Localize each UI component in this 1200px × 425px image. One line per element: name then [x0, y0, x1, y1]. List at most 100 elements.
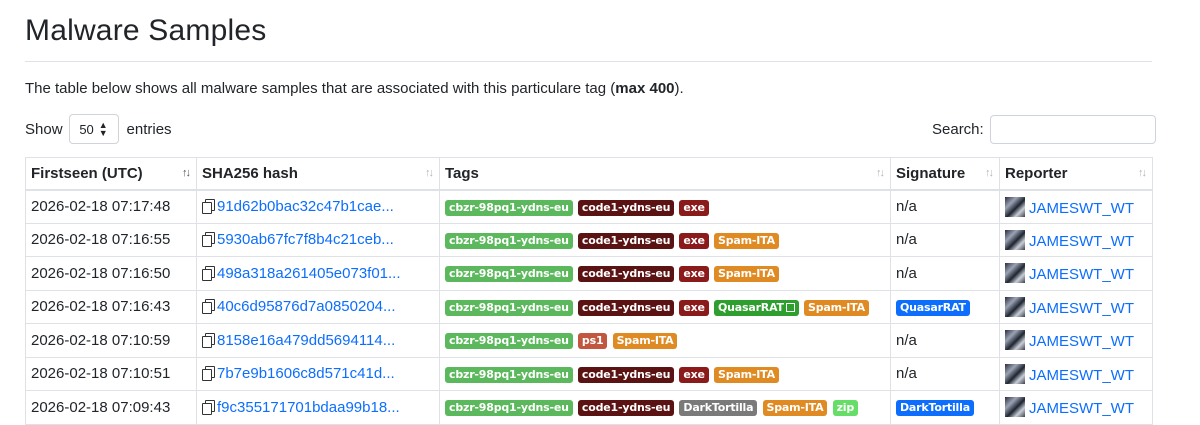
- intro-text: The table below shows all malware sample…: [25, 80, 684, 97]
- copy-icon[interactable]: [202, 299, 215, 315]
- tags-cell: cbzr-98pq1-ydns-eu ps1 Spam-ITA: [439, 323, 891, 358]
- reporter-link[interactable]: JAMESWT_WT: [1029, 333, 1134, 350]
- tags-cell: cbzr-98pq1-ydns-eu code1-ydns-eu exe Spa…: [439, 222, 891, 257]
- reporter-cell: JAMESWT_WT: [999, 222, 1153, 257]
- reporter-link[interactable]: JAMESWT_WT: [1029, 367, 1134, 384]
- sort-icon[interactable]: ↑↓: [425, 167, 434, 179]
- tag-badge[interactable]: cbzr-98pq1-ydns-eu: [445, 333, 573, 350]
- tag-label: cbzr-98pq1-ydns-eu: [449, 401, 569, 415]
- column-header[interactable]: Firstseen (UTC) ↑↓: [25, 157, 197, 191]
- entries-value: 50: [79, 121, 94, 137]
- tag-badge[interactable]: Spam-ITA: [714, 266, 779, 283]
- hash-link[interactable]: f9c355171701bdaa99b18...: [217, 399, 400, 416]
- hash-cell: 5930ab67fc7f8b4c21ceb...: [196, 222, 440, 257]
- tag-badge[interactable]: cbzr-98pq1-ydns-eu: [445, 400, 573, 417]
- tag-label: exe: [683, 300, 705, 314]
- hash-cell: 40c6d95876d7a0850204...: [196, 289, 440, 324]
- tag-badge[interactable]: exe: [679, 299, 709, 316]
- hash-link[interactable]: 8158e16a479dd5694114...: [217, 332, 395, 349]
- hash-link[interactable]: 91d62b0bac32c47b1cae...: [217, 198, 394, 215]
- tag-badge[interactable]: cbzr-98pq1-ydns-eu: [445, 266, 573, 283]
- search-input[interactable]: [989, 115, 1156, 144]
- tag-label: code1-ydns-eu: [581, 300, 671, 314]
- hash-link[interactable]: 498a318a261405e073f01...: [217, 265, 401, 282]
- table-header-row: Firstseen (UTC) ↑↓ SHA256 hash ↑↓ Tags ↑↓ Sign…: [25, 157, 1153, 191]
- tag-badge[interactable]: cbzr-98pq1-ydns-eu: [445, 232, 573, 249]
- copy-icon[interactable]: [202, 332, 215, 348]
- tag-badge[interactable]: Spam-ITA: [804, 299, 869, 316]
- column-header[interactable]: Tags ↑↓: [439, 157, 891, 191]
- tag-badge[interactable]: code1-ydns-eu: [577, 366, 675, 383]
- signature-badge[interactable]: QuasarRAT: [896, 299, 970, 316]
- sort-icon[interactable]: ↑↓: [182, 167, 191, 179]
- reporter-cell: JAMESWT_WT: [999, 189, 1153, 224]
- page: Malware Samples The table below shows al…: [0, 0, 1200, 425]
- tag-badge[interactable]: Spam-ITA: [714, 366, 779, 383]
- tag-badge[interactable]: ps1: [577, 333, 608, 350]
- tag-badge[interactable]: cbzr-98pq1-ydns-eu: [445, 366, 573, 383]
- entries-label: entries: [126, 120, 172, 138]
- copy-icon[interactable]: [202, 366, 215, 382]
- reporter-avatar: [1005, 363, 1025, 384]
- reporter-link[interactable]: JAMESWT_WT: [1029, 266, 1134, 283]
- reporter-avatar: [1005, 296, 1025, 317]
- reporter-cell: JAMESWT_WT: [999, 256, 1153, 291]
- column-header[interactable]: Reporter ↑↓: [999, 157, 1153, 191]
- hash-cell: 498a318a261405e073f01...: [196, 256, 440, 291]
- copy-icon[interactable]: [202, 265, 215, 281]
- column-header[interactable]: SHA256 hash ↑↓: [196, 157, 440, 191]
- column-header-label: Reporter: [1005, 164, 1068, 182]
- copy-icon[interactable]: [202, 232, 215, 248]
- tag-badge[interactable]: QuasarRAT: [714, 299, 799, 316]
- signature-cell: n/a: [890, 189, 1000, 224]
- signature-cell: QuasarRAT: [890, 289, 1000, 324]
- tag-label: Spam-ITA: [766, 401, 824, 415]
- signature-badge[interactable]: DarkTortilla: [896, 400, 974, 417]
- intro-prefix: The table below shows all malware sample…: [25, 80, 616, 97]
- tag-label: ps1: [581, 334, 604, 348]
- tag-label: exe: [683, 233, 705, 247]
- search-control: Search:: [932, 115, 1156, 144]
- column-header[interactable]: Signature ↑↓: [890, 157, 1000, 191]
- tag-badge[interactable]: exe: [679, 232, 709, 249]
- tag-badge[interactable]: Spam-ITA: [612, 333, 678, 350]
- tag-badge[interactable]: exe: [679, 366, 709, 383]
- tag-badge[interactable]: Spam-ITA: [714, 232, 779, 249]
- reporter-avatar: [1005, 196, 1025, 217]
- reporter-link[interactable]: JAMESWT_WT: [1029, 400, 1134, 417]
- copy-icon[interactable]: [202, 399, 215, 415]
- tag-label: QuasarRAT: [718, 300, 784, 314]
- reporter-link[interactable]: JAMESWT_WT: [1029, 200, 1134, 217]
- reporter-cell: JAMESWT_WT: [999, 289, 1153, 324]
- tag-label: exe: [683, 200, 705, 214]
- tag-badge[interactable]: exe: [679, 266, 709, 283]
- tag-badge[interactable]: exe: [679, 199, 709, 216]
- tag-label: code1-ydns-eu: [581, 367, 671, 381]
- tag-badge[interactable]: Spam-ITA: [762, 400, 828, 417]
- table-row: 2026-02-18 07:17:48 91d62b0bac32c47b1cae.…: [25, 189, 1153, 224]
- tag-badge[interactable]: code1-ydns-eu: [577, 232, 675, 249]
- sort-icon[interactable]: ↑↓: [876, 167, 885, 179]
- tag-label: cbzr-98pq1-ydns-eu: [449, 267, 569, 281]
- sort-icon[interactable]: ↑↓: [985, 167, 994, 179]
- copy-icon[interactable]: [202, 199, 215, 214]
- hash-link[interactable]: 7b7e9b1606c8d571c41d...: [217, 365, 395, 382]
- entries-select[interactable]: 50 ▲ ▼: [68, 114, 119, 144]
- firstseen-cell: 2026-02-18 07:09:43: [25, 390, 197, 425]
- sort-icon[interactable]: ↑↓: [1138, 167, 1147, 179]
- tag-badge[interactable]: code1-ydns-eu: [577, 400, 675, 417]
- tag-badge[interactable]: code1-ydns-eu: [577, 266, 675, 283]
- reporter-link[interactable]: JAMESWT_WT: [1029, 233, 1134, 250]
- tag-badge[interactable]: DarkTortilla: [679, 400, 758, 417]
- table-row: 2026-02-18 07:16:50 498a318a261405e073f01…: [25, 256, 1153, 291]
- hash-link[interactable]: 40c6d95876d7a0850204...: [217, 298, 396, 315]
- reporter-avatar: [1005, 397, 1025, 418]
- reporter-link[interactable]: JAMESWT_WT: [1029, 300, 1134, 317]
- hash-link[interactable]: 5930ab67fc7f8b4c21ceb...: [217, 231, 394, 248]
- tag-badge[interactable]: code1-ydns-eu: [577, 299, 675, 316]
- tag-label: zip: [836, 401, 855, 415]
- tag-badge[interactable]: code1-ydns-eu: [577, 199, 675, 216]
- tag-badge[interactable]: cbzr-98pq1-ydns-eu: [445, 299, 573, 316]
- tag-badge[interactable]: cbzr-98pq1-ydns-eu: [445, 199, 573, 216]
- tag-badge[interactable]: zip: [832, 400, 859, 417]
